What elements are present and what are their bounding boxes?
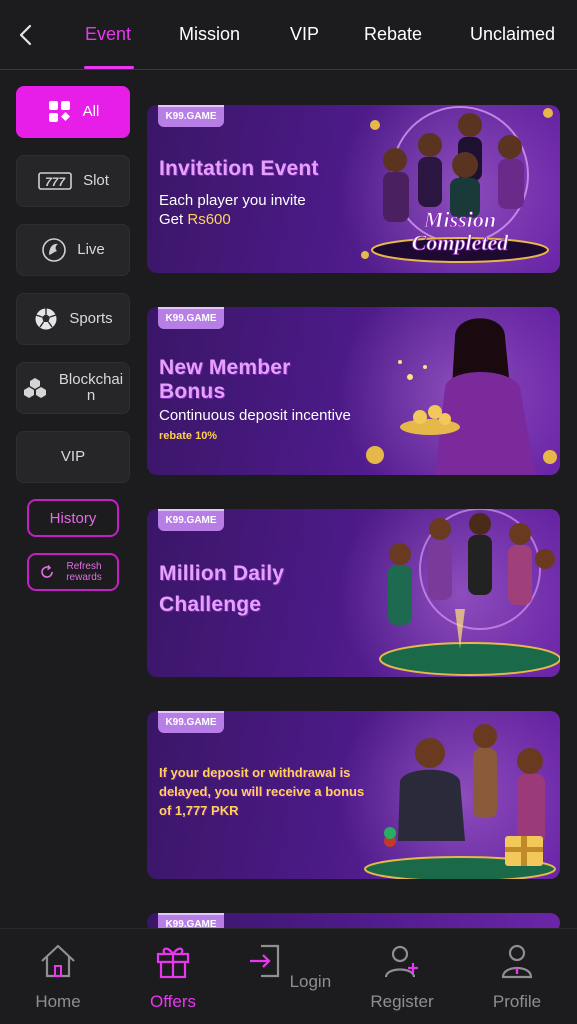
mission-badge-line1: Mission	[423, 207, 496, 232]
brand-tag: K99.GAME	[158, 711, 224, 733]
login-icon	[249, 944, 279, 978]
sidebar-item-label: Slot	[83, 172, 109, 189]
sidebar-item-sports[interactable]: Sports	[16, 293, 130, 345]
nav-offers[interactable]: Offers	[128, 941, 218, 1012]
refresh-label: Refresh rewards	[66, 561, 102, 583]
casino-table-illustration	[379, 509, 560, 676]
home-icon	[41, 944, 75, 978]
reward-amount: Rs600	[187, 211, 231, 228]
nav-login-label: Login	[289, 972, 332, 991]
sidebar-item-label: Blockchain	[58, 371, 124, 404]
svg-text:777: 777	[45, 175, 66, 189]
nav-home-label: Home	[35, 992, 81, 1011]
banner-title-line2: Challenge	[159, 593, 262, 616]
banner-subtitle: Each player you invite	[159, 192, 306, 209]
sidebar-item-label: Sports	[69, 310, 113, 327]
tab-rebate[interactable]: Rebate	[364, 24, 422, 45]
nav-login[interactable]: Login	[243, 941, 333, 992]
slot-777-icon: 777	[37, 168, 73, 194]
tab-vip[interactable]: VIP	[290, 24, 319, 45]
active-tab-indicator	[84, 66, 134, 69]
banner-title-line1: New Member	[159, 356, 291, 379]
tab-unclaimed[interactable]: Unclaimed	[470, 24, 555, 45]
brand-tag: K99.GAME	[158, 105, 224, 127]
tab-mission[interactable]: Mission	[179, 24, 240, 45]
tab-event[interactable]: Event	[85, 24, 131, 45]
banner-subtitle: Continuous deposit incentive	[159, 407, 351, 424]
dealer-icon	[41, 237, 67, 263]
blocks-icon	[22, 375, 48, 401]
add-user-icon	[384, 945, 418, 978]
banner-invitation-event[interactable]: K99.GAME Invitation Event Each player yo…	[147, 105, 560, 273]
grid-icon	[47, 99, 73, 125]
woman-with-coins-illustration	[366, 318, 557, 475]
back-arrow-icon[interactable]	[14, 22, 40, 48]
nav-home[interactable]: Home	[13, 941, 103, 1012]
banner-reward-line: Get Rs600	[159, 211, 231, 228]
top-tab-bar: Event Mission VIP Rebate Unclaimed	[0, 0, 577, 70]
players-illustration: Mission Completed	[361, 106, 553, 263]
banner-delay-compensation[interactable]: K99.GAME If your deposit or withdrawal i…	[147, 711, 560, 879]
sidebar-item-label: All	[82, 103, 100, 120]
player-with-gift-illustration	[364, 724, 556, 879]
banner-million-daily-challenge[interactable]: K99.GAME Million Daily Challenge	[147, 509, 560, 677]
sidebar-item-slot[interactable]: 777 Slot	[16, 155, 130, 207]
nav-profile-label: Profile	[492, 992, 542, 1011]
banner-notice: If your deposit or withdrawal is delayed…	[159, 765, 365, 818]
brand-tag: K99.GAME	[158, 307, 224, 329]
profile-icon	[501, 944, 533, 979]
brand-tag: K99.GAME	[158, 509, 224, 531]
refresh-icon	[41, 564, 53, 578]
banner-title-line1: Million Daily	[159, 562, 285, 585]
sidebar-item-vip[interactable]: VIP	[16, 431, 130, 483]
banner-new-member-bonus[interactable]: K99.GAME New Member Bonus Continuous dep…	[147, 307, 560, 475]
mission-badge-line2: Completed	[412, 230, 510, 255]
sidebar-item-label: VIP	[60, 448, 86, 465]
banner-title-line2: Bonus	[159, 380, 226, 403]
nav-register[interactable]: Register	[357, 941, 447, 1012]
banner-title: Invitation Event	[159, 157, 319, 180]
reward-prefix: Get	[159, 211, 188, 228]
history-button[interactable]: History	[27, 499, 119, 537]
sidebar-item-blockchain[interactable]: Blockchain	[16, 362, 130, 414]
gift-icon	[156, 947, 190, 979]
nav-profile[interactable]: Profile	[472, 941, 562, 1012]
refresh-rewards-button[interactable]: Refresh rewards	[27, 553, 119, 591]
history-label: History	[49, 509, 97, 527]
sidebar-item-live[interactable]: Live	[16, 224, 130, 276]
sidebar-item-label: Live	[77, 241, 105, 258]
banner-rebate: rebate 10%	[159, 430, 218, 442]
nav-register-label: Register	[370, 992, 434, 1011]
nav-offers-label: Offers	[150, 992, 196, 1011]
soccer-ball-icon	[33, 306, 59, 332]
bottom-nav: Home Offers Login Register Profile	[0, 928, 577, 1024]
sidebar-item-all[interactable]: All	[16, 86, 130, 138]
